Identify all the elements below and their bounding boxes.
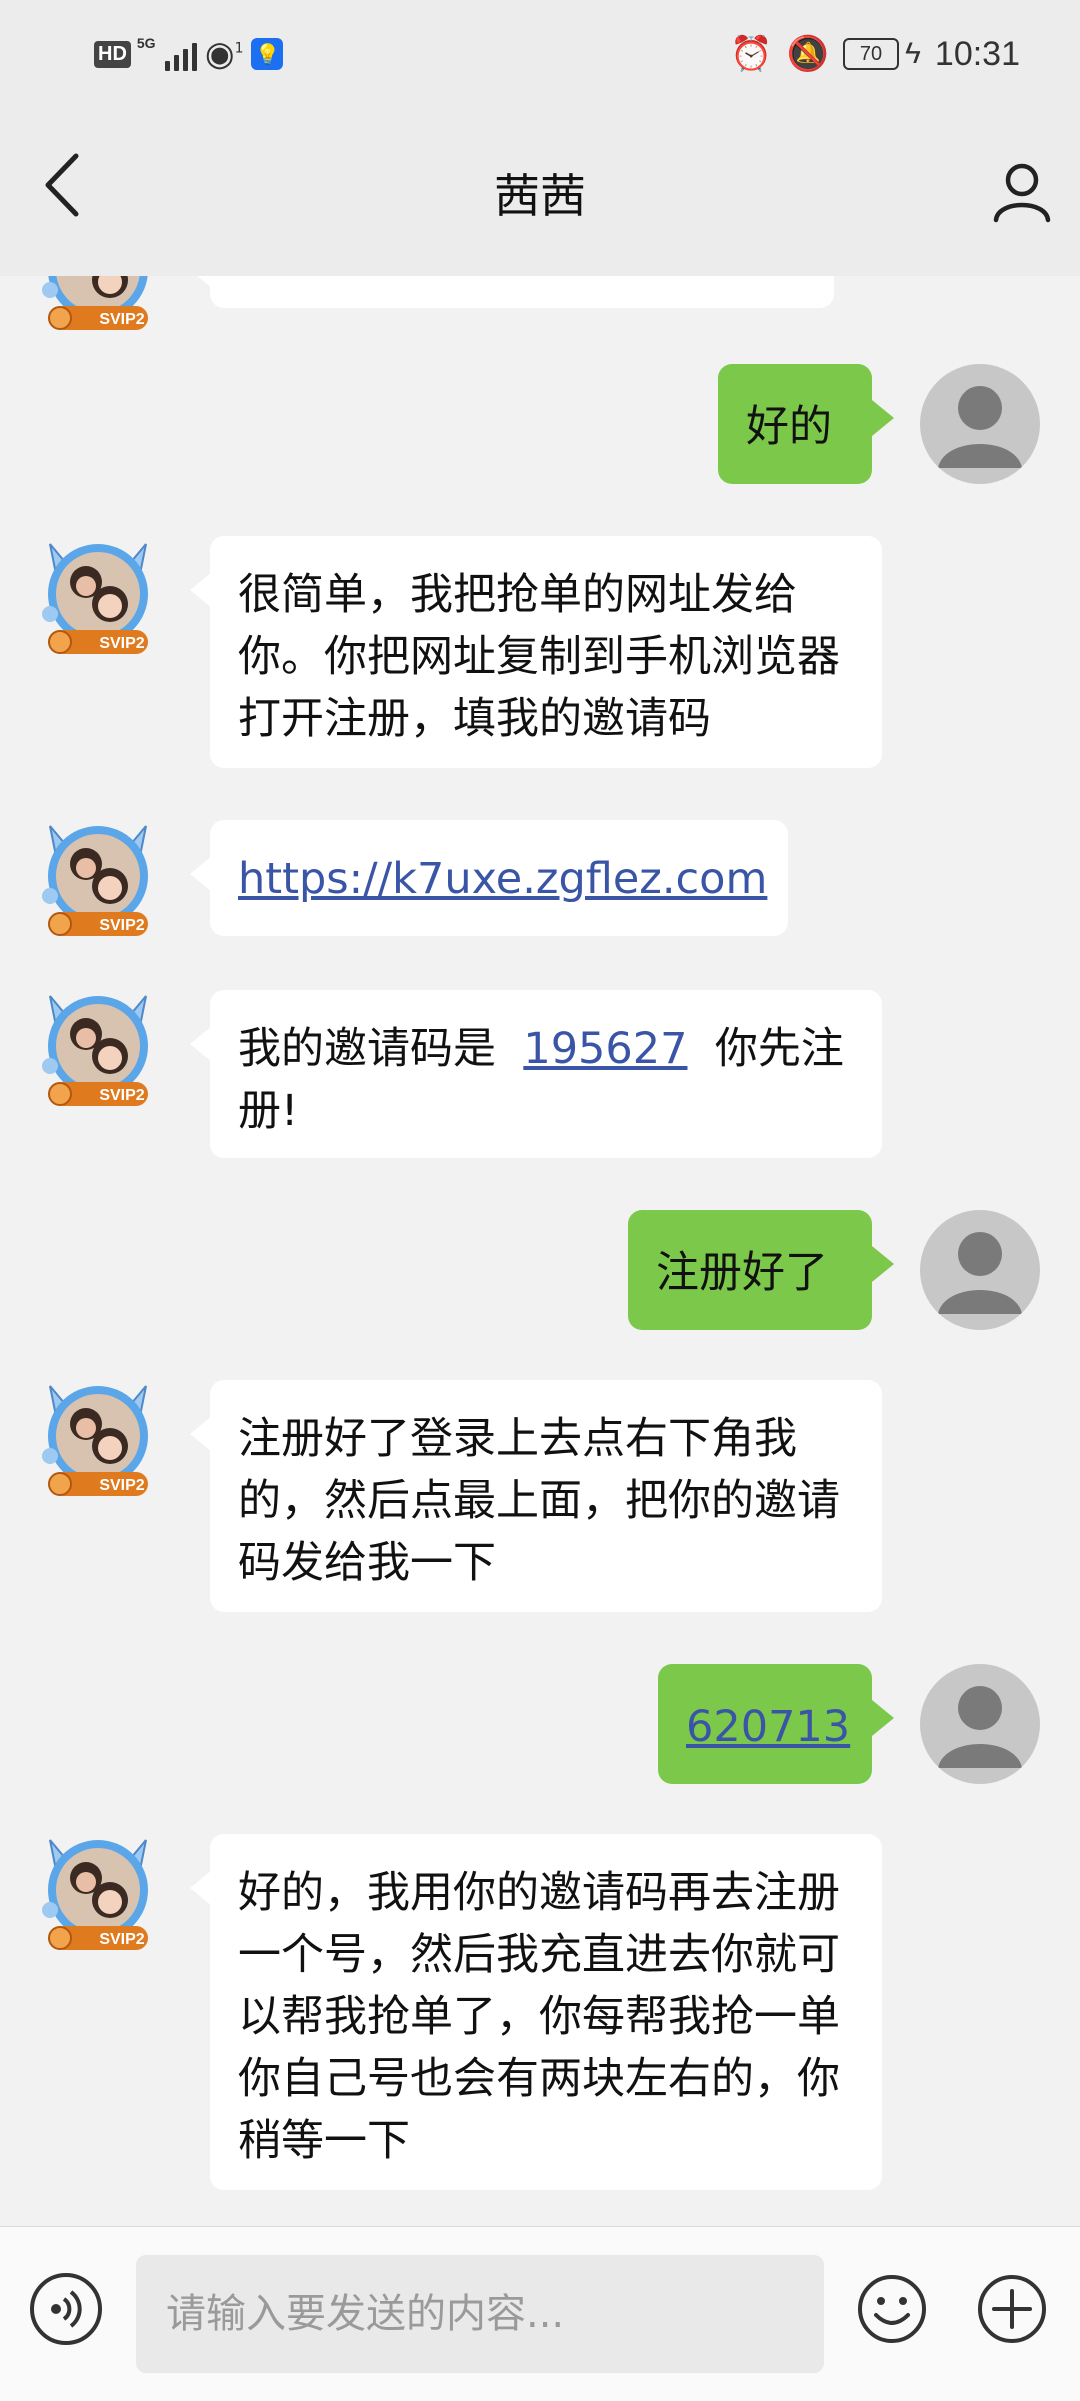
svip-badge: SVIP2 — [99, 917, 144, 934]
svip-badge: SVIP2 — [99, 635, 144, 652]
user-avatar[interactable] — [920, 1664, 1040, 1784]
title-bar: 茜茜 — [0, 108, 1080, 276]
svip-badge: SVIP2 — [99, 1087, 144, 1104]
alarm-icon: ⏰ — [730, 35, 773, 73]
default-person-icon — [938, 1232, 1022, 1314]
invite-code-link[interactable]: 195627 — [523, 1024, 687, 1074]
voice-icon — [51, 2290, 82, 2328]
message-input[interactable] — [136, 2255, 824, 2373]
contact-avatar[interactable]: SVIP2 — [36, 986, 160, 1110]
message-text: 注册好了 — [656, 1248, 828, 1298]
hotspot-count: 1 — [234, 40, 244, 57]
url-link[interactable]: https://k7uxe.zgflez.com — [238, 854, 767, 904]
battery-level: 70 — [859, 42, 883, 65]
contact-avatar[interactable]: SVIP2 — [36, 816, 160, 940]
message-text: 好的，我用你的邀请码再去注册一个号，然后我充直进去你就可以帮我抢单了，你每帮我抢… — [238, 1868, 840, 2166]
contact-avatar[interactable]: SVIP2 — [36, 276, 160, 334]
signal-icon: 5G — [136, 35, 197, 71]
plus-icon — [978, 2275, 1046, 2343]
message-bubble-in[interactable]: 我的邀请码是 195627 你先注册! — [190, 990, 882, 1158]
message-bubble-out[interactable]: 620713 — [658, 1664, 894, 1784]
contact-avatar[interactable]: SVIP2 — [36, 1830, 160, 1954]
clock: 10:31 — [934, 34, 1020, 73]
invite-code-link[interactable]: 620713 — [686, 1702, 850, 1752]
user-avatar[interactable] — [920, 1210, 1040, 1330]
input-bar — [0, 2226, 1080, 2401]
message-text: 注册好了登录上去点右下角我的，然后点最上面，把你的邀请码发给我一下 — [238, 1414, 840, 1588]
contact-profile-button[interactable] — [990, 160, 1054, 224]
smiley-icon — [858, 2275, 926, 2343]
status-right: ⏰ 🔕 70 ϟ 10:31 — [730, 30, 1020, 78]
person-icon — [993, 163, 1051, 223]
svip-badge: SVIP2 — [99, 1931, 144, 1948]
chat-area[interactable]: SVIP2 好的 SVIP2 很简单，我把抢单的网址发给你。你把网址复制到手机浏… — [0, 276, 1080, 2226]
message-text: 好的 — [746, 402, 832, 452]
voice-input-button[interactable] — [30, 2273, 102, 2345]
user-avatar[interactable] — [920, 364, 1040, 484]
emoji-button[interactable] — [856, 2273, 928, 2345]
message-bubble-in[interactable]: 注册好了登录上去点右下角我的，然后点最上面，把你的邀请码发给我一下 — [190, 1380, 882, 1612]
message-text: 我的邀请码是 — [238, 1024, 496, 1074]
battery-indicator: 70 — [843, 38, 900, 70]
svip-badge: SVIP2 — [99, 1477, 144, 1494]
message-text: 很简单，我把抢单的网址发给你。你把网址复制到手机浏览器打开注册，填我的邀请码 — [238, 570, 840, 744]
hotspot-icon: ◉1 — [204, 34, 244, 74]
message-bubble-in[interactable] — [190, 276, 834, 308]
message-bubble-in[interactable]: https://k7uxe.zgflez.com — [190, 820, 788, 936]
message-bubble-in[interactable]: 很简单，我把抢单的网址发给你。你把网址复制到手机浏览器打开注册，填我的邀请码 — [190, 536, 882, 768]
contact-avatar[interactable]: SVIP2 — [36, 534, 160, 658]
default-person-icon — [938, 386, 1022, 468]
default-person-icon — [938, 1686, 1022, 1768]
charging-icon: ϟ — [905, 37, 921, 70]
mute-bell-icon: 🔕 — [786, 35, 830, 73]
hd-badge: HD — [94, 40, 131, 68]
status-left: HD 5G ◉1 💡 — [94, 32, 284, 76]
svip-badge: SVIP2 — [99, 311, 144, 328]
status-bar: HD 5G ◉1 💡 ⏰ 🔕 70 ϟ 10:31 — [0, 0, 1080, 108]
contact-avatar[interactable]: SVIP2 — [36, 1376, 160, 1500]
page-title: 茜茜 — [494, 169, 586, 223]
message-bubble-in[interactable]: 好的，我用你的邀请码再去注册一个号，然后我充直进去你就可以帮我抢单了，你每帮我抢… — [190, 1834, 882, 2190]
message-bubble-out[interactable]: 好的 — [718, 364, 894, 484]
more-options-button[interactable] — [976, 2273, 1048, 2345]
bulb-icon: 💡 — [251, 38, 284, 70]
message-bubble-out[interactable]: 注册好了 — [628, 1210, 894, 1330]
network-type: 5G — [136, 35, 156, 51]
